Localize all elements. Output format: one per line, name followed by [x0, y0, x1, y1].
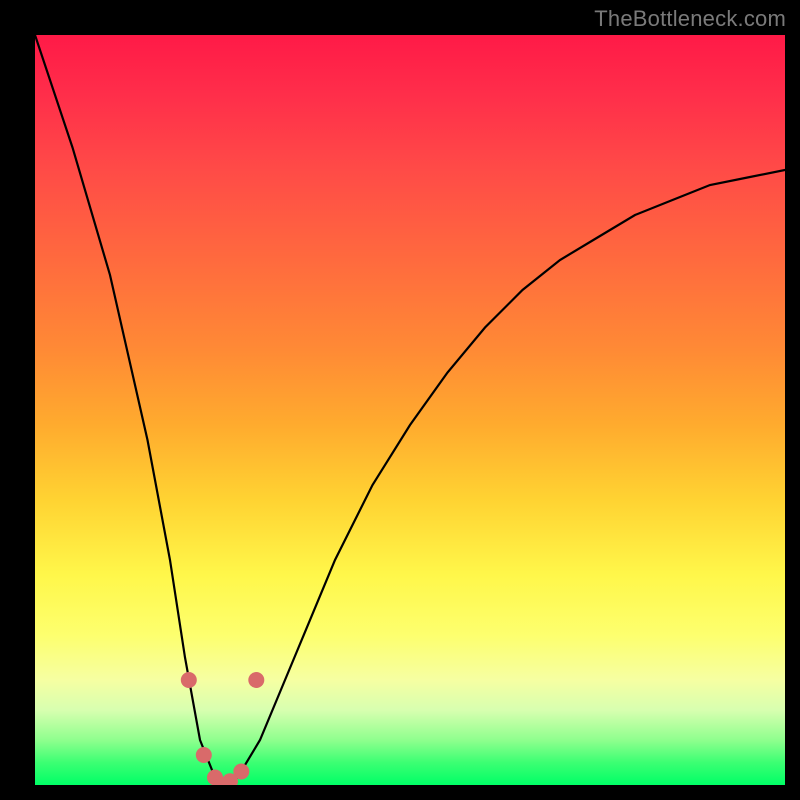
chart-overlay — [35, 35, 785, 785]
bottleneck-curve-path — [35, 35, 785, 785]
chart-stage: TheBottleneck.com — [0, 0, 800, 800]
marker-dot — [196, 747, 212, 763]
marker-dot — [181, 672, 197, 688]
marker-dot — [207, 770, 223, 786]
marker-dot — [222, 773, 238, 785]
watermark-text: TheBottleneck.com — [594, 6, 786, 32]
highlight-markers — [181, 672, 264, 785]
marker-dot — [233, 764, 249, 780]
chart-plot-area — [35, 35, 785, 785]
marker-dot — [215, 777, 231, 785]
marker-dot — [248, 672, 264, 688]
